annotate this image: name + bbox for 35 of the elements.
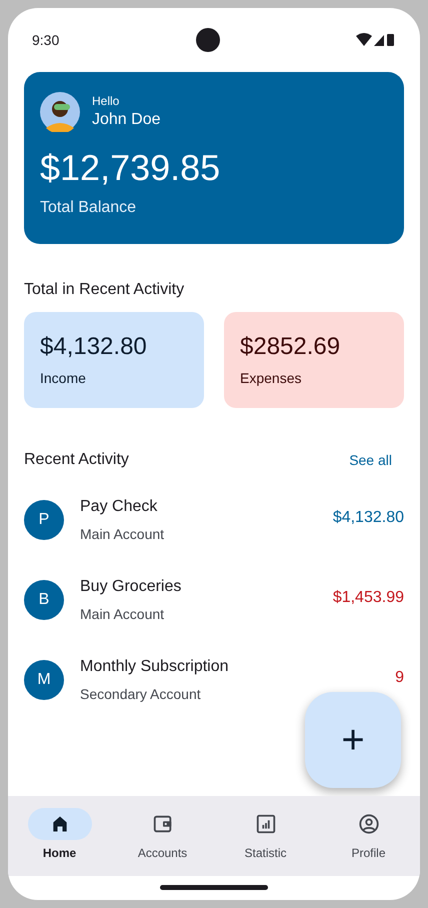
activity-title: Pay Check bbox=[80, 497, 158, 517]
user-name: John Doe bbox=[92, 110, 160, 130]
activity-amount: $1,453.99 bbox=[332, 588, 404, 608]
section-title: Recent Activity bbox=[24, 450, 129, 470]
section-title: Total in Recent Activity bbox=[24, 280, 186, 300]
initial-avatar: P bbox=[24, 500, 64, 540]
card-amount: $2852.69 bbox=[240, 332, 342, 362]
status-time: 9:30 bbox=[32, 30, 60, 50]
initial-avatar: B bbox=[24, 580, 64, 620]
nav-tab[interactable]: Home bbox=[8, 796, 111, 876]
card-label: Expenses bbox=[240, 369, 302, 388]
nav-tab[interactable]: Profile bbox=[317, 796, 420, 876]
activity-amount: 9 bbox=[395, 668, 404, 688]
avatar bbox=[40, 92, 80, 132]
activity-title: Monthly Subscription bbox=[80, 657, 230, 677]
see-all-link[interactable]: See all bbox=[337, 450, 404, 470]
wallet-icon bbox=[152, 813, 174, 835]
initial-avatar: M bbox=[24, 660, 64, 700]
profile-icon bbox=[358, 813, 380, 835]
nav-tab[interactable]: Statistic bbox=[214, 796, 317, 876]
balance-label: Total Balance bbox=[40, 198, 138, 218]
account-name: Main Account bbox=[80, 605, 166, 624]
account-name: Secondary Account bbox=[80, 685, 202, 704]
add-button[interactable]: + bbox=[305, 692, 401, 788]
nav-tab[interactable]: Accounts bbox=[111, 796, 214, 876]
account-name: Main Account bbox=[80, 525, 166, 544]
card-label: Income bbox=[40, 369, 87, 388]
chart-icon bbox=[254, 813, 276, 835]
camera-hole bbox=[196, 28, 220, 52]
activity-amount: $4,132.80 bbox=[332, 508, 404, 528]
status-icons bbox=[356, 32, 396, 48]
card-amount: $4,132.80 bbox=[40, 332, 148, 362]
greeting: Hello bbox=[92, 93, 120, 109]
activity-title: Buy Groceries bbox=[80, 577, 182, 597]
balance-amount: $12,739.85 bbox=[40, 146, 222, 190]
